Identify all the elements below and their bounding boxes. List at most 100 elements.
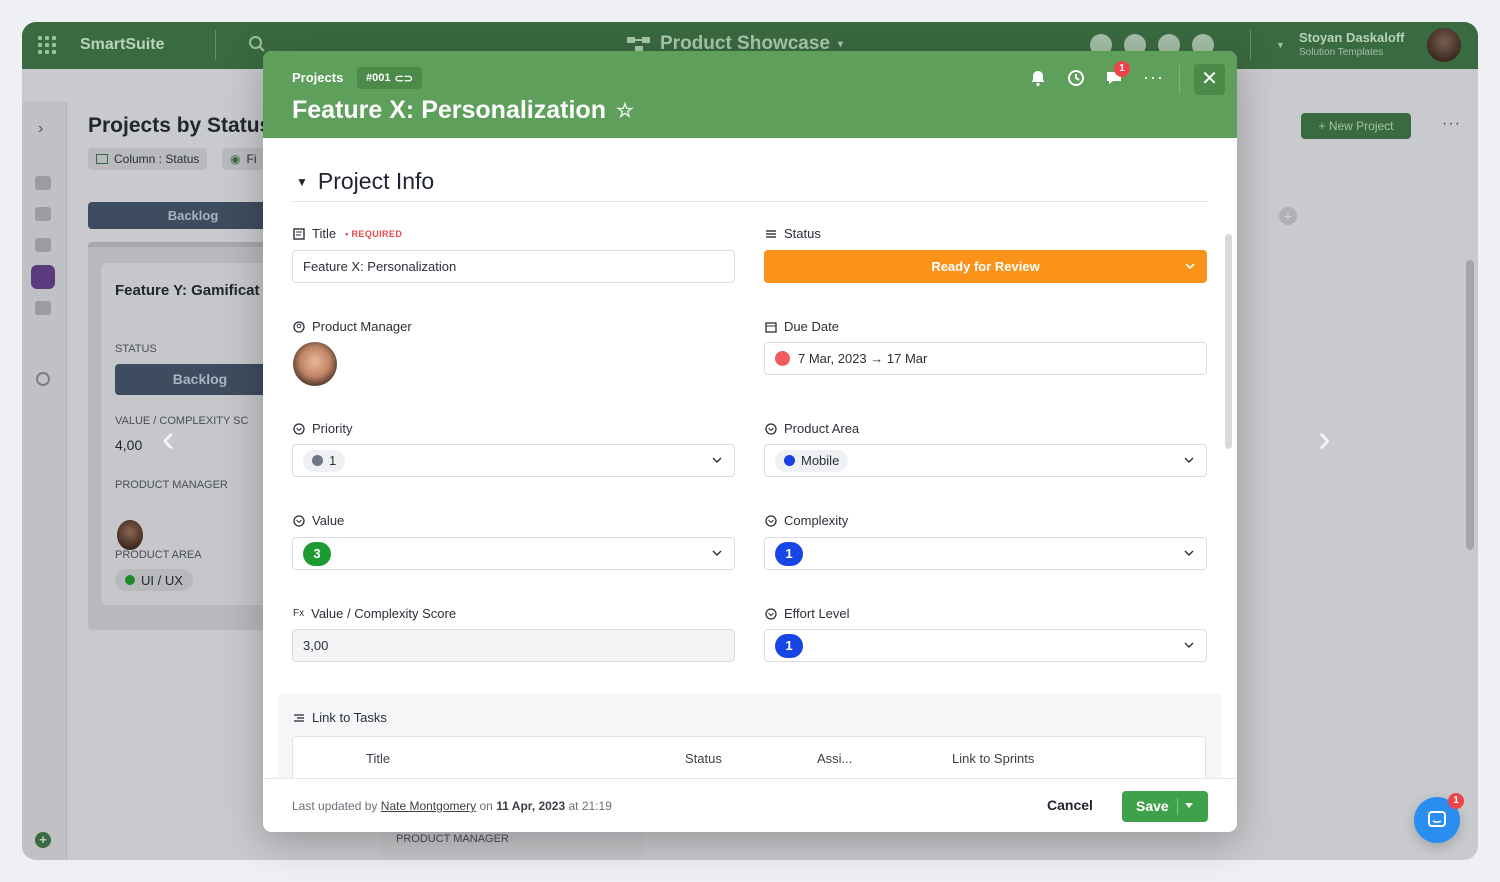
modal-footer: Last updated by Nate Montgomery on 11 Ap…: [263, 778, 1237, 832]
column-header[interactable]: Link to Sprints: [952, 751, 1034, 766]
complexity-select[interactable]: 1: [764, 537, 1207, 570]
product-area-label: Product Area: [765, 421, 859, 436]
column-header[interactable]: Status: [685, 751, 722, 766]
brand-name: SmartSuite: [80, 36, 165, 53]
required-tag: • REQUIRED: [345, 228, 403, 239]
save-button[interactable]: Save: [1122, 791, 1208, 822]
value-tag: 3: [303, 541, 331, 566]
priority-select[interactable]: 1: [292, 444, 735, 477]
more-options-icon[interactable]: ···: [1442, 115, 1461, 133]
sidebar-calendar-icon[interactable]: [35, 301, 51, 315]
record-title: Feature X: Personalization ☆: [292, 96, 634, 124]
list-icon: [766, 229, 776, 238]
user-menu[interactable]: Stoyan Daskaloff Solution Templates: [1299, 30, 1404, 58]
title-input[interactable]: Feature X: Personalization: [292, 250, 735, 283]
product-manager-label: Product Manager: [293, 319, 412, 334]
card-score-value: 4,00: [115, 437, 143, 453]
eye-icon: ◉: [230, 152, 241, 166]
chevron-down-icon: [1185, 263, 1195, 270]
user-role: Solution Templates: [1299, 47, 1384, 58]
card-score-label: VALUE / COMPLEXITY SC: [115, 415, 249, 427]
new-project-button[interactable]: + New Project: [1301, 113, 1411, 139]
dropdown-field-icon: [765, 422, 777, 435]
clock-history-icon[interactable]: [1067, 69, 1085, 87]
text-field-icon: [293, 227, 305, 240]
chevron-right-icon[interactable]: ›: [1318, 418, 1331, 461]
chip-label: Fi: [246, 152, 257, 166]
user-name: Stoyan Daskaloff: [1299, 30, 1405, 45]
user-circle-icon: [293, 320, 305, 333]
calendar-icon: [765, 321, 777, 333]
sidebar-list-view-icon[interactable]: [35, 207, 51, 221]
score-label: Fx Value / Complexity Score: [293, 606, 457, 621]
complexity-tag: 1: [775, 541, 803, 566]
bell-icon[interactable]: [1029, 69, 1047, 87]
divider: [292, 201, 1207, 202]
dropdown-field-icon: [765, 607, 777, 620]
chat-icon: [1428, 811, 1446, 827]
due-date-label: Due Date: [765, 319, 839, 334]
card-status-label: STATUS: [115, 343, 157, 355]
fields-chip[interactable]: ◉ Fi: [222, 148, 265, 170]
card-status-pill: Backlog: [115, 364, 285, 395]
apps-grid-icon[interactable]: [38, 36, 56, 54]
comments-count-badge: 1: [1114, 61, 1130, 77]
status-label: Status: [765, 226, 821, 241]
complexity-label: Complexity: [765, 513, 848, 528]
chevron-right-icon[interactable]: ›: [38, 120, 43, 138]
user-avatar[interactable]: [1427, 28, 1461, 62]
chip-label: Column : Status: [114, 152, 200, 166]
status-select[interactable]: Ready for Review: [764, 250, 1207, 283]
modal-header: Projects #001 ⊂⊃ Feature X: Personalizat…: [263, 51, 1237, 138]
sidebar-grid-view-icon[interactable]: [35, 176, 51, 190]
product-manager-avatar[interactable]: [293, 342, 337, 386]
divider: [1179, 65, 1180, 93]
due-date-input[interactable]: 7 Mar, 2023 → 17 Mar: [764, 342, 1207, 375]
sidebar-add-icon[interactable]: +: [35, 832, 51, 848]
column-icon: [96, 154, 108, 164]
column-header[interactable]: Title: [366, 751, 390, 766]
chat-unread-badge: 1: [1448, 793, 1464, 809]
effort-level-select[interactable]: 1: [764, 629, 1207, 662]
modal-body[interactable]: ▼ Project Info Title • REQUIRED Feature …: [263, 138, 1237, 778]
add-column-icon[interactable]: +: [1279, 207, 1297, 225]
value-select[interactable]: 3: [292, 537, 735, 570]
linked-records-icon: [294, 713, 304, 722]
column-header[interactable]: Assi...: [817, 751, 852, 766]
left-sidebar: › +: [22, 102, 67, 860]
card-title: Feature Y: Gamificat: [115, 282, 260, 299]
section-header[interactable]: ▼ Project Info: [296, 168, 434, 195]
more-options-icon[interactable]: ···: [1143, 67, 1164, 88]
cancel-button[interactable]: Cancel: [1047, 797, 1093, 813]
divider: [1250, 30, 1251, 60]
divider: [215, 30, 216, 60]
linked-tasks-table[interactable]: Title Status Assi... Link to Sprints: [292, 736, 1206, 778]
card-pm-avatar: [117, 520, 143, 550]
modal-scrollbar[interactable]: [1225, 234, 1232, 449]
priority-label: Priority: [293, 421, 352, 436]
chevron-down-icon: [1184, 550, 1194, 556]
sidebar-profile-icon[interactable]: [36, 372, 50, 386]
chat-support-button[interactable]: 1: [1414, 793, 1464, 843]
effort-level-label: Effort Level: [765, 606, 850, 621]
chevron-down-icon: [712, 457, 722, 463]
breadcrumb[interactable]: Projects: [292, 70, 343, 85]
scrollbar[interactable]: [1466, 260, 1474, 550]
record-id-badge[interactable]: #001 ⊂⊃: [357, 67, 422, 89]
column-filter-chip[interactable]: Column : Status: [88, 148, 208, 170]
card-area-label: PRODUCT AREA: [115, 549, 202, 561]
chevron-down-icon: [712, 550, 722, 556]
sidebar-board-alt-icon[interactable]: [35, 238, 51, 252]
last-updated-text: Last updated by Nate Montgomery on 11 Ap…: [292, 799, 612, 813]
star-icon[interactable]: ☆: [616, 98, 634, 123]
sidebar-kanban-icon[interactable]: [31, 265, 55, 289]
chevron-down-icon[interactable]: [1184, 802, 1194, 810]
caret-down-icon: ▼: [296, 174, 308, 189]
card-pm-label: PRODUCT MANAGER: [115, 479, 228, 491]
product-area-select[interactable]: Mobile: [764, 444, 1207, 477]
close-button[interactable]: ✕: [1194, 64, 1225, 95]
link-to-tasks-panel: Link to Tasks Title Status Assi... Link …: [278, 694, 1222, 778]
updated-by-link[interactable]: Nate Montgomery: [381, 799, 476, 813]
chevron-down-icon[interactable]: ▼: [1276, 40, 1285, 50]
chevron-left-icon[interactable]: ‹: [162, 418, 175, 461]
